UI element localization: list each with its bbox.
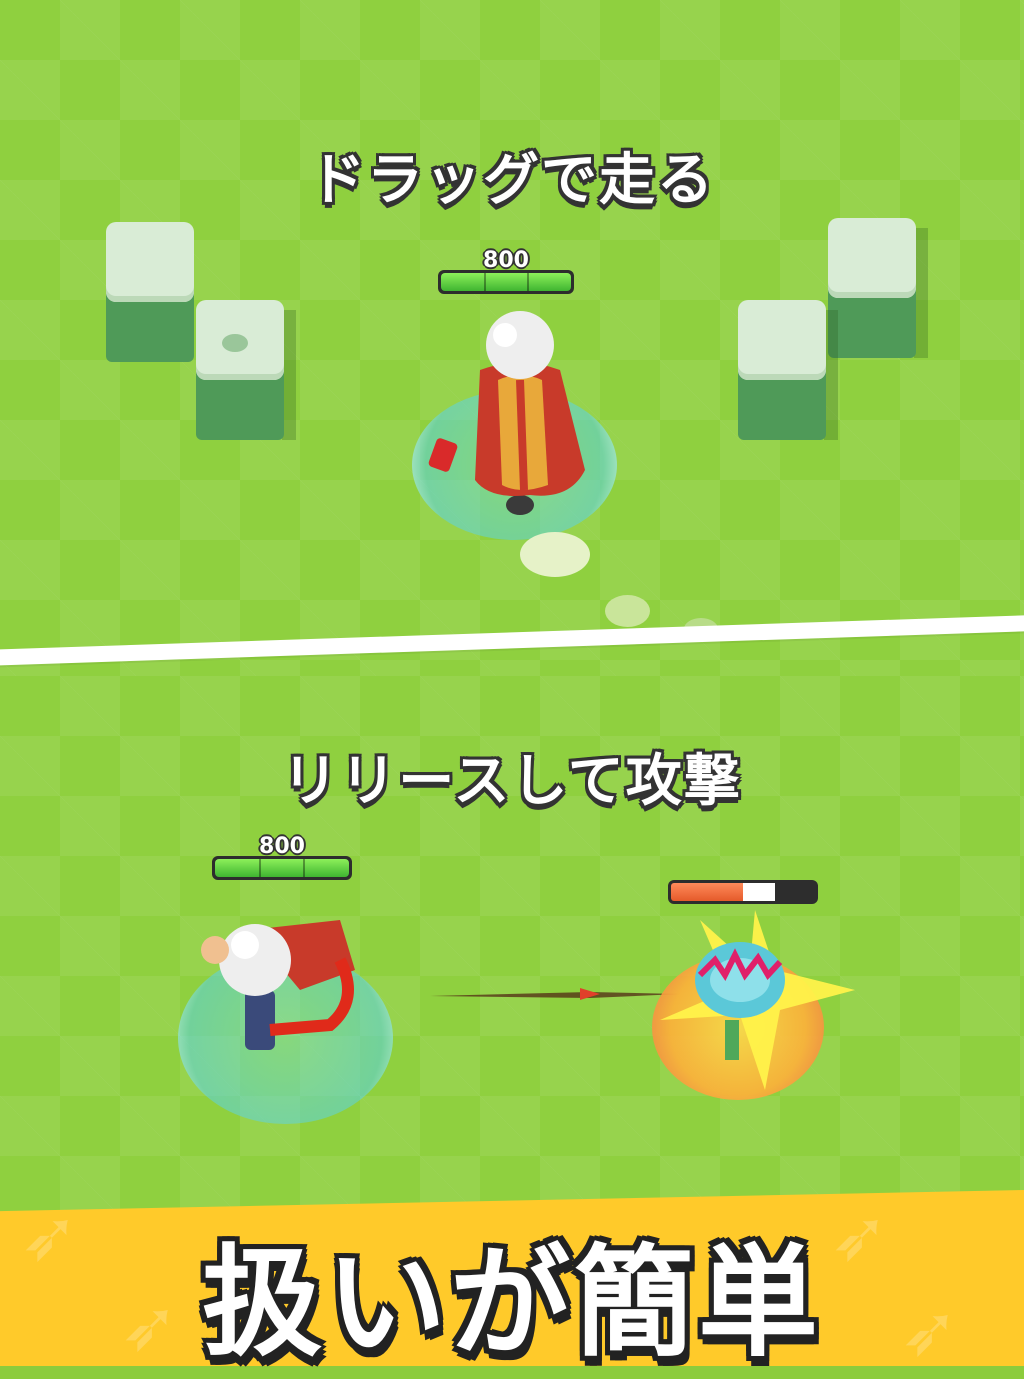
player-hp-value: 800 [259, 834, 305, 859]
player-hp-bar: 800 [212, 834, 352, 880]
moss-mark-icon [222, 334, 248, 352]
dust-cloud-icon [520, 532, 590, 577]
player-hp-value: 800 [483, 248, 529, 273]
caption-drag-to-run: ドラッグで走る [309, 148, 715, 213]
player-hp-bar: 800 [438, 248, 574, 294]
caption-release-to-attack: リリースして攻撃 [282, 749, 742, 814]
dust-cloud-icon [605, 595, 650, 627]
archer-hero-icon [428, 311, 585, 515]
plant-monster-icon [660, 910, 855, 1090]
archer-hero-icon [201, 920, 355, 1050]
tutorial-panel-drag: ドラッグで走る 800 [0, 0, 1024, 676]
banner-title: 扱いが簡単 [202, 1234, 822, 1373]
